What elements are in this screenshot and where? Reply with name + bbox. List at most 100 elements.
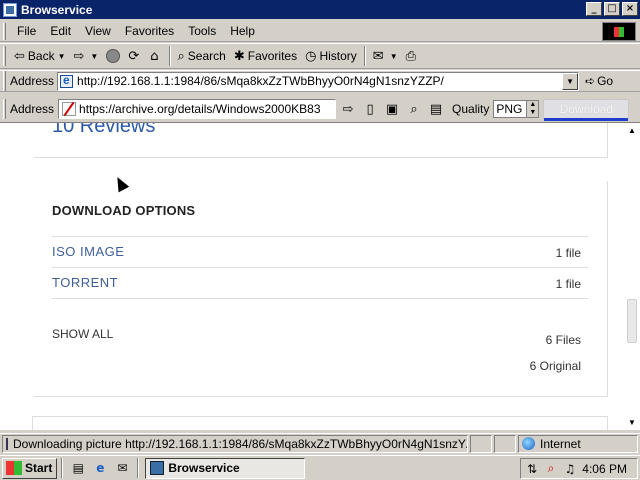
- network-icon[interactable]: ⇅: [524, 461, 540, 477]
- home-icon: ⌂: [150, 48, 159, 64]
- go-arrow-icon: ➪: [585, 74, 596, 88]
- mail-dropdown-icon[interactable]: ▼: [390, 52, 398, 61]
- close-button[interactable]: ×: [622, 2, 638, 16]
- forward-dropdown-icon[interactable]: ▼: [90, 52, 98, 61]
- divider: [52, 267, 588, 268]
- download-picture-icon: [6, 437, 8, 450]
- status-zone: Internet: [518, 434, 638, 453]
- history-button[interactable]: ◷ History: [301, 45, 361, 67]
- download-option-iso-count: 1 file: [555, 246, 581, 260]
- browservice-url-value[interactable]: https://archive.org/details/Windows2000K…: [79, 102, 320, 116]
- scroll-up-icon[interactable]: ▲: [624, 123, 640, 139]
- files-original[interactable]: 6 Original: [530, 359, 581, 373]
- quality-select[interactable]: PNG ▲ ▼: [493, 100, 540, 118]
- forward-arrow-icon: ⇨: [73, 48, 85, 64]
- favorites-label: Favorites: [247, 49, 298, 63]
- next-card: [32, 416, 608, 430]
- window-title: Browservice: [21, 2, 93, 17]
- divider: [607, 123, 608, 158]
- menu-edit[interactable]: Edit: [43, 24, 78, 38]
- menu-file[interactable]: File: [10, 24, 43, 38]
- taskbar: Start ▤ e ✉ Browservice ⇅ ⌕ ♫ 4:06 PM: [0, 455, 640, 480]
- minimize-button[interactable]: _: [586, 2, 602, 16]
- menu-grip[interactable]: [3, 22, 6, 40]
- browservice-grip: [3, 99, 6, 119]
- internet-explorer-icon[interactable]: e: [91, 459, 109, 477]
- window-controls: _ □ ×: [586, 2, 638, 16]
- refresh-button[interactable]: ⟳: [124, 45, 146, 67]
- scroll-down-icon[interactable]: ▼: [624, 415, 640, 430]
- maximize-button[interactable]: □: [604, 2, 620, 16]
- go-button[interactable]: ➪ Go: [585, 74, 613, 88]
- download-option-torrent[interactable]: TORRENT: [52, 275, 118, 290]
- menu-view[interactable]: View: [78, 24, 118, 38]
- mail-button[interactable]: ✉ ▼: [369, 45, 402, 67]
- clipboard-icon[interactable]: ▤: [426, 99, 446, 119]
- address-input[interactable]: http://192.168.1.1:1984/86/sMqa8kxZzTWbB…: [57, 71, 580, 91]
- status-text: Downloading picture http://192.168.1.1:1…: [13, 436, 468, 451]
- start-label: Start: [25, 461, 53, 475]
- favorites-button[interactable]: ✱ Favorites: [230, 45, 301, 67]
- divider: [52, 236, 588, 237]
- print-button[interactable]: ⎙: [402, 45, 423, 67]
- vertical-scrollbar[interactable]: ▲ ▼: [624, 123, 640, 430]
- menu-help[interactable]: Help: [223, 24, 262, 38]
- scroll-thumb[interactable]: [627, 299, 637, 343]
- web-content: 10 Reviews DOWNLOAD OPTIONS ISO IMAGE 1 …: [0, 122, 640, 430]
- browservice-toolbar: Address https://archive.org/details/Wind…: [0, 96, 640, 122]
- address-bar: Address http://192.168.1.1:1984/86/sMqa8…: [0, 70, 640, 92]
- browservice-address-label: Address: [10, 102, 55, 116]
- show-all-link[interactable]: SHOW ALL: [52, 327, 113, 341]
- go-arrow-icon[interactable]: ⇨: [338, 99, 358, 119]
- outlook-express-icon[interactable]: ✉: [113, 459, 131, 477]
- history-label: History: [319, 49, 357, 63]
- status-pane: [494, 434, 516, 453]
- back-button[interactable]: ⇦ Back ▼: [10, 45, 70, 67]
- page-icon: [60, 73, 74, 88]
- taskbar-window-browservice[interactable]: Browservice: [145, 457, 306, 479]
- clock[interactable]: 4:06 PM: [582, 462, 627, 476]
- menu-tools[interactable]: Tools: [181, 24, 223, 38]
- download-button[interactable]: Download: [543, 99, 630, 121]
- reviews-heading[interactable]: 10 Reviews: [52, 123, 155, 138]
- volume-icon[interactable]: ♫: [562, 461, 578, 477]
- toolbar-separator: [363, 46, 366, 66]
- back-label: Back: [27, 49, 55, 63]
- toolbar-separator: [168, 46, 171, 66]
- forward-button[interactable]: ⇨ ▼: [70, 45, 103, 67]
- status-pane: [470, 434, 492, 453]
- start-button[interactable]: Start: [2, 457, 58, 479]
- files-total[interactable]: 6 Files: [546, 333, 581, 347]
- download-option-iso[interactable]: ISO IMAGE: [52, 244, 124, 259]
- bookmarks-list-icon[interactable]: ▣: [382, 99, 402, 119]
- stop-button[interactable]: [102, 45, 124, 67]
- divider: [52, 298, 588, 299]
- app-icon: [3, 2, 17, 17]
- show-desktop-icon[interactable]: ▤: [69, 459, 87, 477]
- mail-icon: ✉: [372, 48, 384, 64]
- quality-label: Quality: [452, 102, 490, 116]
- browservice-url-input[interactable]: https://archive.org/details/Windows2000K…: [58, 99, 337, 119]
- print-icon: ⎙: [405, 48, 417, 64]
- address-grip[interactable]: [3, 71, 6, 91]
- taskbar-separator: [61, 458, 64, 478]
- internet-globe-icon: [522, 437, 535, 450]
- address-label: Address: [10, 74, 55, 88]
- search-button[interactable]: ⌕ Search: [174, 45, 230, 67]
- back-dropdown-icon[interactable]: ▼: [58, 52, 66, 61]
- home-button[interactable]: ⌂: [146, 45, 165, 67]
- download-options-title: DOWNLOAD OPTIONS: [52, 203, 196, 218]
- address-dropdown-icon[interactable]: ▼: [562, 72, 579, 90]
- toolbar-grip[interactable]: [3, 46, 6, 66]
- search-tray-icon[interactable]: ⌕: [543, 461, 559, 477]
- history-icon: ◷: [305, 48, 317, 64]
- search-label: Search: [187, 49, 226, 63]
- quality-spinner-icon[interactable]: ▲ ▼: [526, 101, 539, 117]
- find-icon[interactable]: ⌕: [404, 99, 424, 119]
- bookmark-icon[interactable]: ▯: [360, 99, 380, 119]
- broken-lock-icon: [62, 102, 77, 116]
- address-value[interactable]: http://192.168.1.1:1984/86/sMqa8kxZzTWbB…: [77, 74, 567, 88]
- divider: [34, 157, 608, 158]
- menu-favorites[interactable]: Favorites: [118, 24, 181, 38]
- browser-window-icon: [150, 461, 165, 475]
